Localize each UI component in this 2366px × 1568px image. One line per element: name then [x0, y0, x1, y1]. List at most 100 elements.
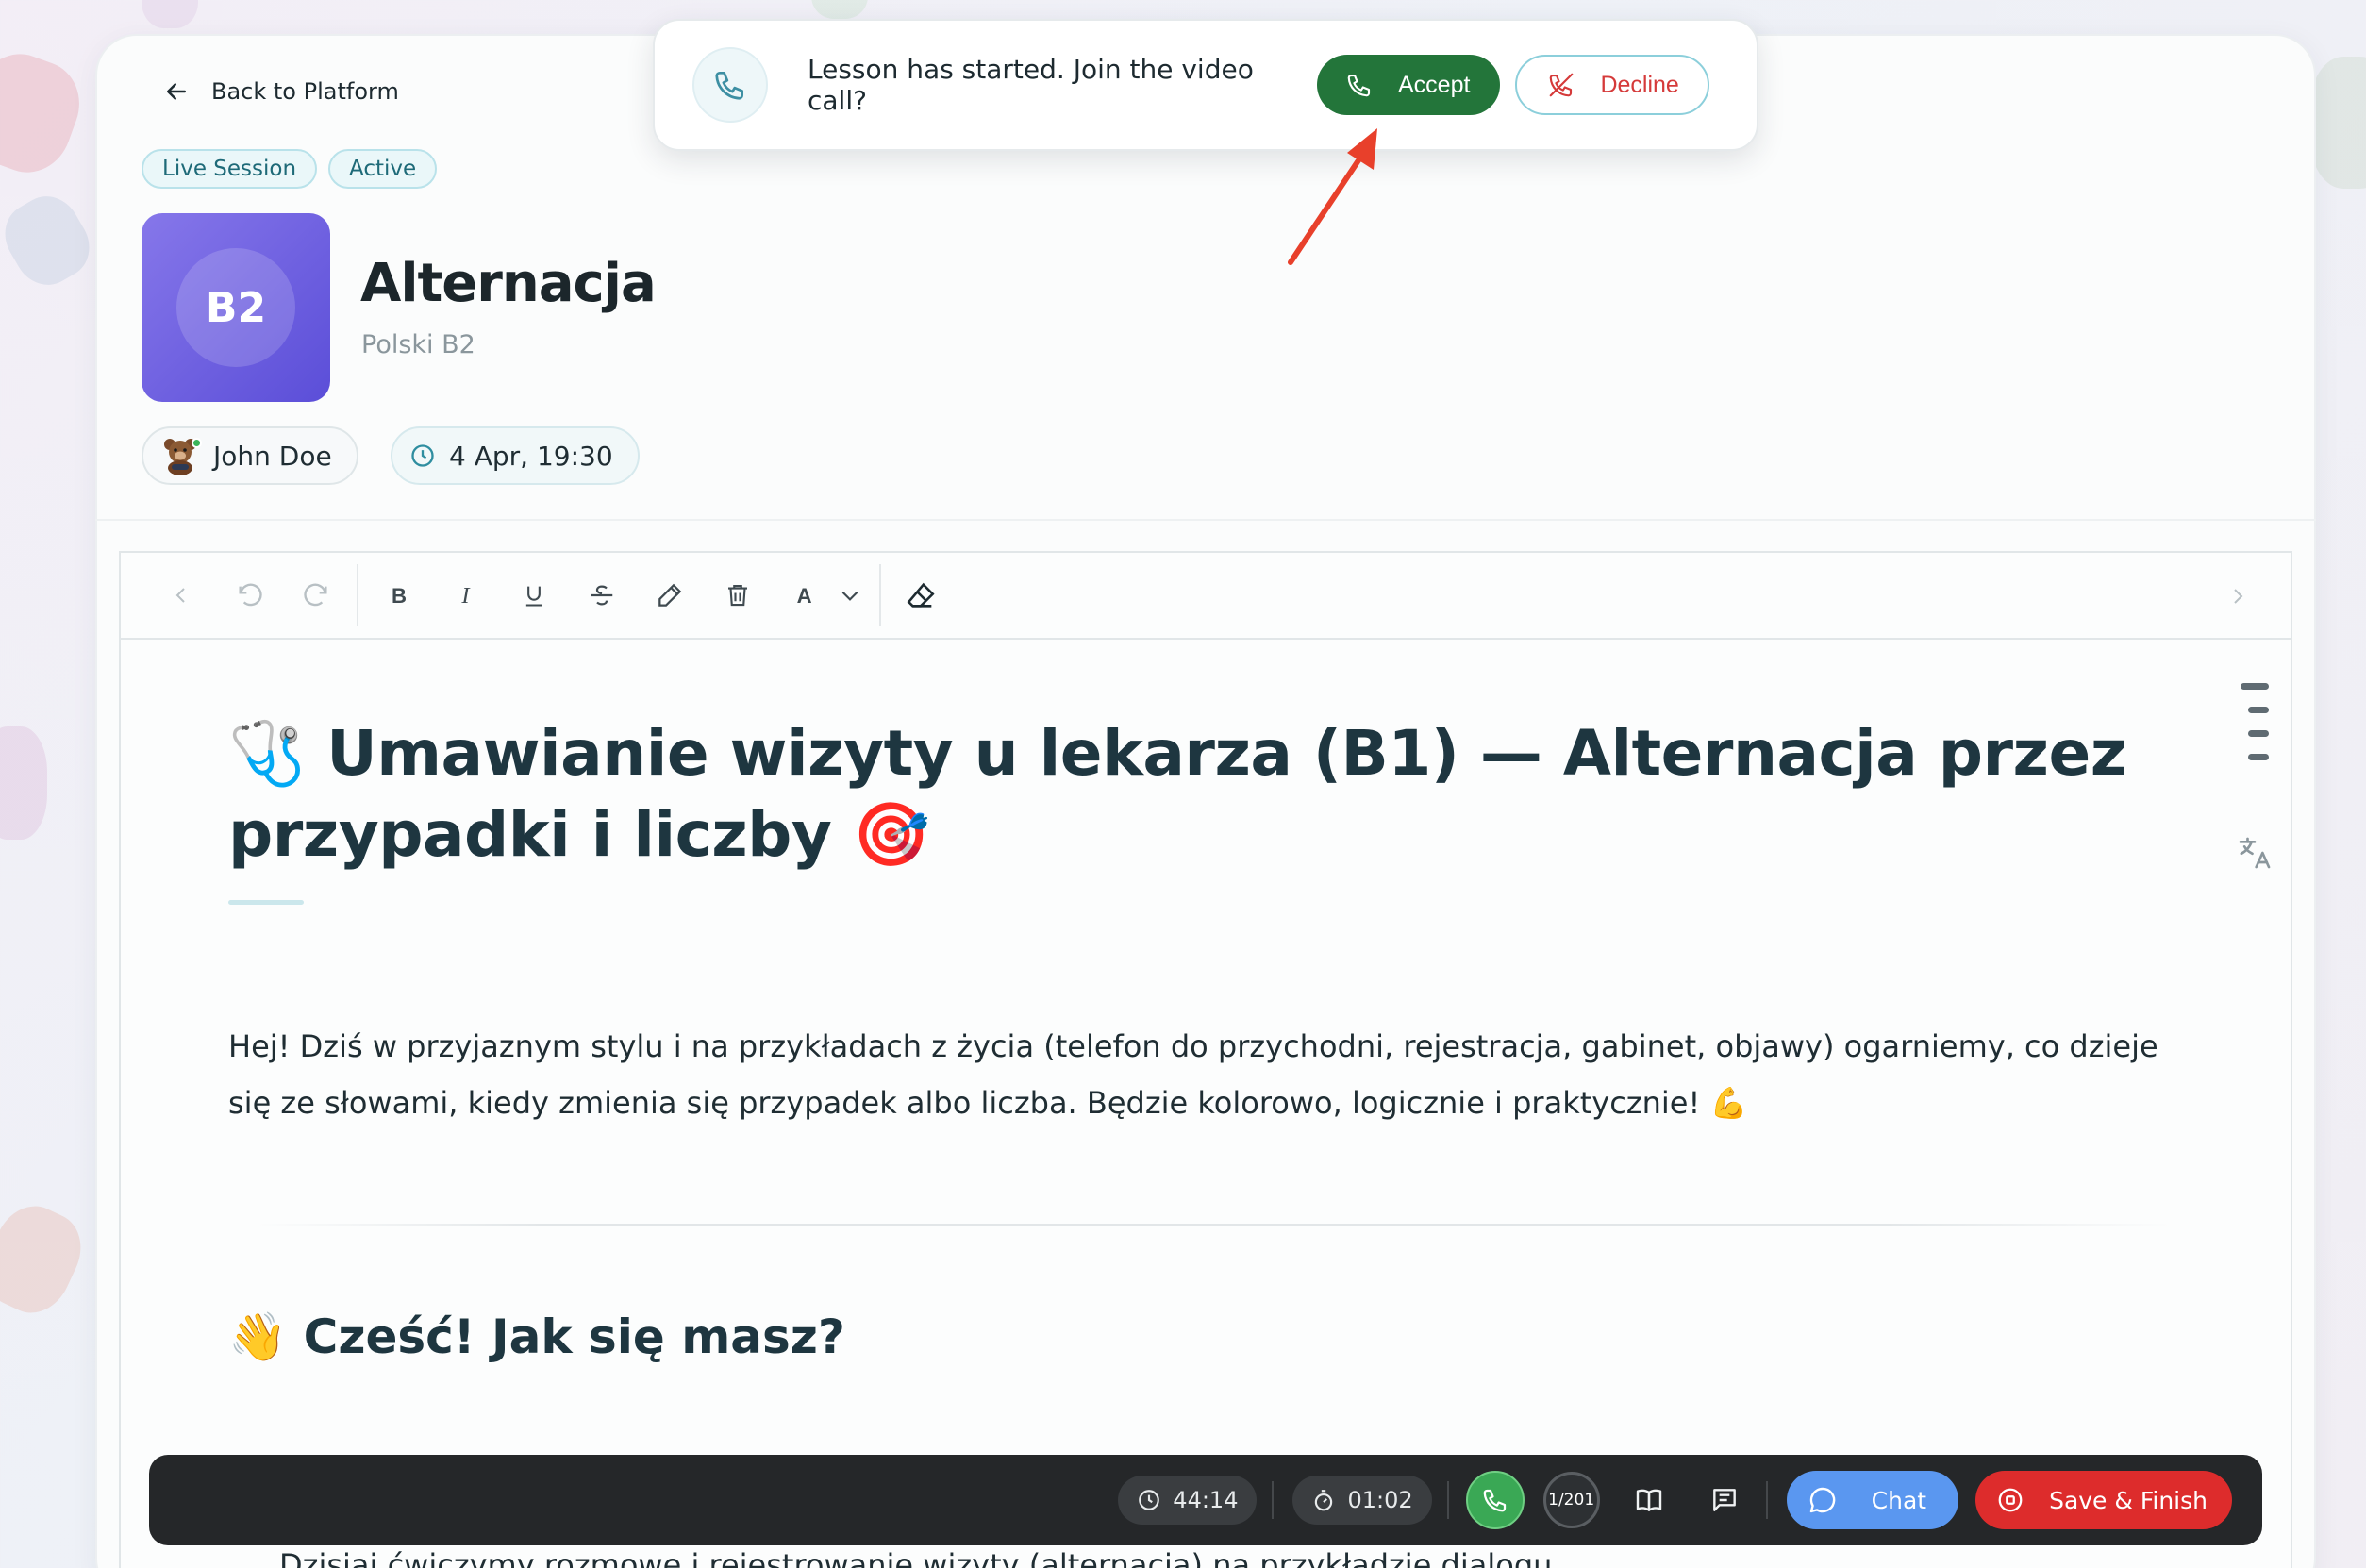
book-icon — [1636, 1489, 1661, 1511]
delete-button[interactable] — [704, 561, 772, 629]
clear-formatting-button[interactable] — [887, 561, 955, 629]
partial-text-line: Dzisiaj ćwiczymy rozmowę i rejestrowanie… — [279, 1547, 1553, 1568]
arrow-left-icon — [167, 83, 186, 100]
target-emoji: 🎯 — [852, 798, 930, 871]
bar-separator — [1272, 1481, 1275, 1519]
clock-icon — [411, 444, 434, 467]
save-finish-button[interactable]: Save & Finish — [1975, 1471, 2232, 1529]
video-call-button[interactable] — [1465, 1471, 1525, 1529]
strikethrough-button[interactable] — [568, 561, 636, 629]
book-button[interactable] — [1623, 1474, 1675, 1526]
online-indicator — [192, 438, 202, 448]
phone-icon — [1347, 74, 1371, 97]
scroll-left-button[interactable] — [147, 561, 215, 629]
phone-icon — [692, 47, 768, 123]
underline-button[interactable] — [500, 561, 568, 629]
italic-button[interactable]: I — [432, 561, 500, 629]
lesson-title: Alternacja — [360, 253, 657, 314]
document-content: 🩺 Umawianie wizyty u lekarza (B1) — Alte… — [228, 713, 2228, 1365]
avatar — [160, 436, 202, 475]
outline-icon[interactable] — [2241, 683, 2269, 762]
scroll-right-button[interactable] — [2204, 562, 2272, 630]
timer-elapsed: 01:02 — [1347, 1487, 1413, 1513]
background-decoration — [142, 0, 198, 28]
user-chip[interactable]: John Doe — [142, 426, 358, 485]
toolbar-separator — [879, 564, 881, 626]
datetime-chip: 4 Apr, 19:30 — [391, 426, 640, 485]
background-decoration — [0, 42, 92, 185]
undo-button[interactable] — [215, 561, 283, 629]
video-call-toast: Lesson has started. Join the video call?… — [653, 19, 1758, 151]
toolbar-separator — [357, 564, 358, 626]
underline-icon — [525, 586, 542, 607]
chat-label: Chat — [1871, 1486, 1927, 1514]
section-divider — [257, 1224, 2172, 1226]
back-to-platform-link[interactable]: Back to Platform — [162, 77, 399, 106]
svg-text:A: A — [797, 584, 812, 608]
lesson-subtitle: Polski B2 — [361, 330, 475, 359]
decline-label: Decline — [1600, 71, 1679, 98]
svg-text:B: B — [392, 584, 407, 608]
session-tags: Live Session Active — [142, 149, 438, 189]
highlighter-icon — [658, 583, 682, 607]
level-badge: B2 — [176, 248, 295, 367]
accept-call-button[interactable]: Accept — [1317, 55, 1501, 115]
stop-circle-icon — [1998, 1488, 2023, 1512]
redo-icon — [304, 583, 327, 607]
stopwatch[interactable]: 01:02 — [1292, 1476, 1432, 1525]
background-decoration — [0, 1194, 94, 1325]
stethoscope-emoji: 🩺 — [228, 717, 306, 790]
document-editor: B I A 🩺 Umawianie wizyty u lekarza (B1) … — [119, 551, 2292, 1568]
tag-active: Active — [328, 149, 438, 189]
toast-message: Lesson has started. Join the video call? — [808, 54, 1254, 116]
session-control-bar: 44:14 01:02 1/201 Chat Save & Finish — [149, 1455, 2262, 1545]
undo-icon — [239, 583, 262, 607]
background-decoration — [2309, 57, 2366, 189]
header-divider — [95, 519, 2316, 521]
chat-button[interactable]: Chat — [1786, 1471, 1959, 1529]
editor-toolbar: B I A — [121, 553, 2291, 640]
bar-separator — [1446, 1481, 1449, 1519]
lesson-level-tile: B2 — [142, 213, 330, 402]
eraser-icon — [907, 582, 935, 608]
background-decoration — [0, 726, 47, 840]
document-heading-text: Umawianie wizyty u lekarza (B1) — Altern… — [228, 717, 2126, 871]
svg-text:I: I — [460, 583, 471, 609]
trash-icon — [728, 584, 747, 607]
chevron-left-icon — [175, 588, 185, 603]
tag-live-session: Live Session — [142, 149, 318, 189]
background-decoration — [0, 185, 102, 296]
chevron-down-icon — [841, 591, 858, 601]
italic-icon: I — [460, 583, 471, 609]
decline-call-button[interactable]: Decline — [1515, 55, 1709, 115]
clock-icon — [1139, 1490, 1160, 1510]
text-color-dropdown[interactable] — [826, 561, 874, 629]
redo-button[interactable] — [283, 561, 351, 629]
annotation-arrow-icon — [1288, 128, 1377, 265]
section-heading[interactable]: 👋 Cześć! Jak się masz? — [228, 1309, 2228, 1365]
lesson-timer: 44:14 — [1118, 1476, 1258, 1525]
lesson-datetime: 4 Apr, 19:30 — [449, 440, 613, 472]
message-square-icon — [1712, 1489, 1736, 1511]
background-decoration — [811, 0, 868, 19]
intro-paragraph[interactable]: Hej! Dziś w przyjaznym stylu i na przykł… — [228, 1018, 2209, 1131]
editor-side-tools — [2236, 683, 2274, 880]
back-link-label: Back to Platform — [211, 78, 399, 105]
chevron-right-icon — [2234, 589, 2243, 604]
bar-separator — [1765, 1481, 1768, 1519]
bold-button[interactable]: B — [364, 561, 432, 629]
text-color-icon: A — [797, 584, 812, 608]
bold-icon: B — [392, 584, 407, 608]
highlighter-button[interactable] — [636, 561, 704, 629]
strikethrough-icon — [591, 585, 613, 606]
heading-underline — [228, 900, 304, 905]
user-name: John Doe — [213, 440, 332, 472]
notes-button[interactable] — [1698, 1474, 1751, 1526]
document-heading[interactable]: 🩺 Umawianie wizyty u lekarza (B1) — Alte… — [228, 713, 2228, 876]
timer-total: 44:14 — [1173, 1487, 1239, 1513]
accept-label: Accept — [1398, 71, 1471, 98]
chat-bubble-icon — [1809, 1487, 1835, 1513]
translate-icon[interactable] — [2236, 834, 2274, 880]
page-indicator[interactable]: 1/201 — [1542, 1472, 1600, 1528]
stopwatch-icon — [1315, 1490, 1333, 1511]
